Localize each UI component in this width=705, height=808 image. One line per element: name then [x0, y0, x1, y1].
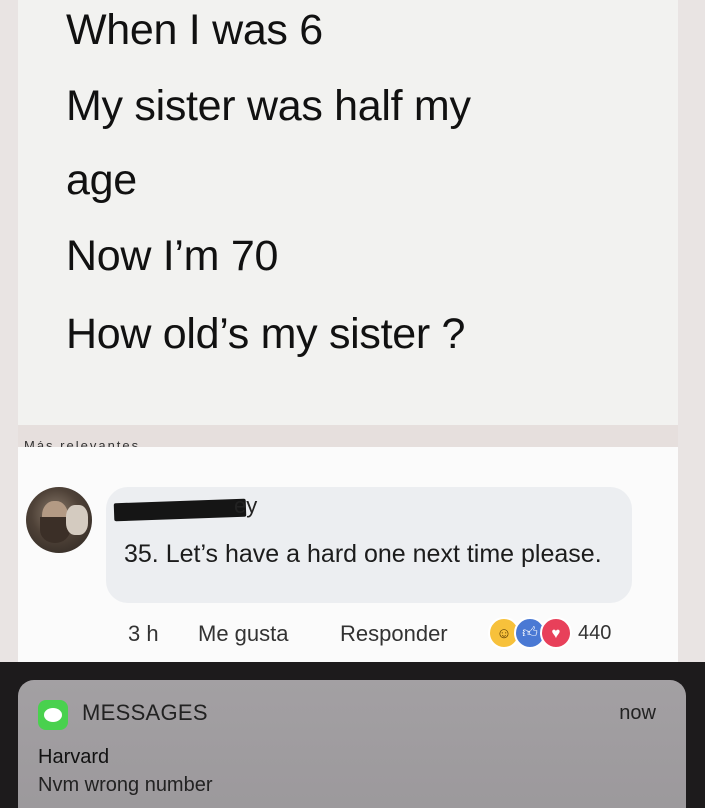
post-line-5: How old’s my sister ?: [66, 310, 466, 358]
redacted-name: [113, 498, 247, 522]
post-line-3: age: [66, 156, 137, 204]
commenter-name-partial[interactable]: ey: [234, 493, 257, 519]
reply-button[interactable]: Responder: [340, 621, 448, 647]
like-button[interactable]: Me gusta: [198, 621, 289, 647]
comment-text: 35. Let’s have a hard one next time plea…: [124, 540, 602, 568]
notification-message: Nvm wrong number: [38, 774, 213, 796]
avatar[interactable]: [26, 487, 92, 553]
post-line-2: My sister was half my: [66, 82, 471, 130]
comments-sort-header: Más relevantes: [18, 425, 678, 447]
reaction-summary[interactable]: ☺ 👍︎ ♥ 440: [488, 617, 611, 649]
notification-sender: Harvard: [38, 746, 110, 768]
meme-post: When I was 6 My sister was half my age N…: [18, 0, 678, 425]
message-notification[interactable]: MESSAGES now Harvard Nvm wrong number: [18, 680, 686, 808]
post-line-1: When I was 6: [66, 6, 323, 54]
comment-time[interactable]: 3 h: [128, 621, 159, 647]
notification-time: now: [619, 702, 656, 724]
love-icon: ♥: [540, 617, 572, 649]
notification-app-name: MESSAGES: [82, 700, 208, 725]
comment-bubble: ey 35. Let’s have a hard one next time p…: [106, 487, 632, 603]
messages-app-icon: [38, 700, 68, 730]
post-line-4: Now I’m 70: [66, 232, 279, 280]
comment-section: ey 35. Let’s have a hard one next time p…: [18, 447, 678, 662]
reaction-count: 440: [578, 621, 612, 644]
